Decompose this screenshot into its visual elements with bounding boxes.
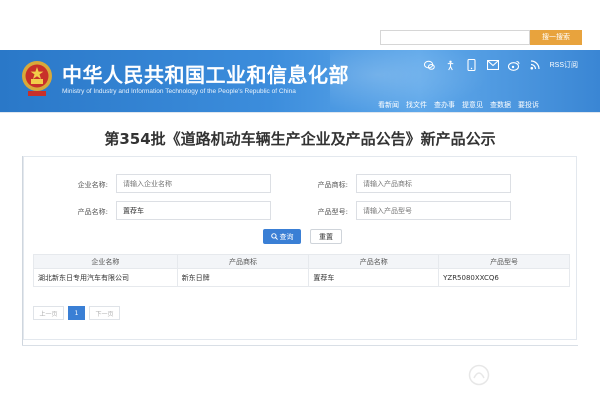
site-search-input[interactable]	[380, 30, 530, 45]
nav-link-feedback[interactable]: 提意见	[462, 100, 483, 110]
column-header-model: 产品型号	[439, 255, 570, 269]
query-button[interactable]: 查询	[263, 229, 301, 244]
cell-brand: 新东日牌	[177, 269, 309, 287]
rss-subscribe-link[interactable]: RSS订阅	[550, 60, 578, 70]
nav-link-news[interactable]: 看新闻	[378, 100, 399, 110]
table-header-row: 企业名称 产品商标 产品名称 产品型号	[34, 255, 570, 269]
mail-icon[interactable]	[487, 59, 499, 71]
nav-link-documents[interactable]: 找文件	[406, 100, 427, 110]
ministry-name-cn: 中华人民共和国工业和信息化部	[62, 59, 349, 88]
nav-link-complaint[interactable]: 要投诉	[518, 100, 539, 110]
accessibility-icon[interactable]	[445, 59, 457, 71]
nav-link-data[interactable]: 查数据	[490, 100, 511, 110]
national-emblem-icon	[20, 58, 54, 98]
brand-label: 产品商标:	[288, 180, 348, 190]
search-icon	[271, 233, 278, 240]
company-name-label: 企业名称:	[48, 180, 108, 190]
ministry-name-en: Ministry of Industry and Information Tec…	[62, 88, 296, 95]
weibo-icon[interactable]	[508, 59, 520, 71]
site-search-button[interactable]: 搜一搜索	[530, 30, 582, 45]
watermark-logo-icon	[468, 364, 490, 386]
product-name-input[interactable]	[116, 201, 271, 220]
brand-input[interactable]	[356, 174, 511, 193]
page-title: 第354批《道路机动车辆生产企业及产品公告》新产品公示	[0, 128, 600, 149]
column-header-company: 企业名称	[34, 255, 178, 269]
rss-icon[interactable]	[529, 59, 541, 71]
cell-product: 置荐车	[309, 269, 439, 287]
pagination: 上一页 1 下一页	[33, 306, 120, 320]
product-name-label: 产品名称:	[48, 207, 108, 217]
page-number-button[interactable]: 1	[68, 306, 85, 320]
header-divider	[0, 112, 600, 113]
utility-icons: RSS订阅	[424, 59, 578, 71]
nav-link-services[interactable]: 查办事	[434, 100, 455, 110]
watermark	[468, 360, 588, 390]
company-name-input[interactable]	[116, 174, 271, 193]
prev-page-button[interactable]: 上一页	[33, 306, 64, 320]
table-row[interactable]: 湖北新东日专用汽车有限公司 新东日牌 置荐车 YZR5080XXCQ6	[34, 269, 570, 287]
results-table: 企业名称 产品商标 产品名称 产品型号 湖北新东日专用汽车有限公司 新东日牌 置…	[33, 254, 570, 287]
panel-border-left	[22, 156, 23, 346]
cell-model: YZR5080XXCQ6	[439, 269, 570, 287]
model-input[interactable]	[356, 201, 511, 220]
cell-company: 湖北新东日专用汽车有限公司	[34, 269, 178, 287]
column-header-product: 产品名称	[309, 255, 439, 269]
reset-button[interactable]: 重置	[310, 229, 342, 244]
wechat-icon[interactable]	[424, 59, 436, 71]
mobile-icon[interactable]	[466, 59, 478, 71]
column-header-brand: 产品商标	[177, 255, 309, 269]
header-nav-links: 看新闻 找文件 查办事 提意见 查数据 要投诉	[378, 100, 539, 110]
panel-border-bottom	[22, 345, 578, 346]
query-button-label: 查询	[280, 232, 294, 242]
model-label: 产品型号:	[288, 207, 348, 217]
site-header: 中华人民共和国工业和信息化部 Ministry of Industry and …	[0, 50, 600, 112]
next-page-button[interactable]: 下一页	[89, 306, 120, 320]
